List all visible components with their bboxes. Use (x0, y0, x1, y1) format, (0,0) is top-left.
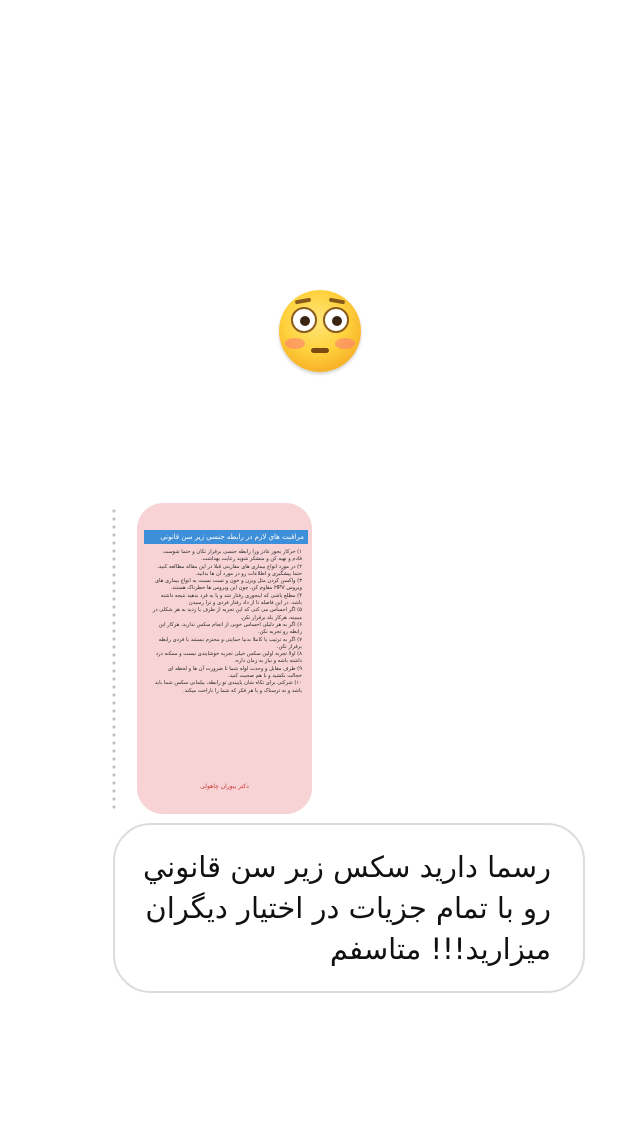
story-paragraph: ۱۰) شرکتی برای تکاه شان پاییندی تو رابطه… (154, 680, 302, 694)
blush-right (335, 338, 355, 349)
story-paragraph: ۹) طرف مقابل و وحدت لوله شما تا ضرورت آن… (167, 665, 302, 680)
story-paragraph: ۲) در مورد انواع بیماری های مقاربتی قبلا… (157, 563, 302, 577)
mouth (311, 348, 329, 353)
message-bubble[interactable]: رسما دارید سکس زیر سن قانوني رو با تمام … (113, 823, 585, 993)
message-text: رسما دارید سکس زیر سن قانوني رو با تمام … (143, 850, 551, 966)
replied-story-thumbnail[interactable]: مراقبت هاي لازم در رابطه جنسي زير سن قان… (137, 503, 312, 814)
story-title: مراقبت هاي لازم در رابطه جنسي زير سن قان… (144, 530, 308, 544)
story-paragraph: ۵) اگر احساس می کنی که این تجربه از طرف … (152, 607, 302, 621)
eye-left (291, 307, 317, 333)
story-paragraph: ۳) واکسن کردن مثل ویزن و خون و تست نسبت … (154, 578, 302, 592)
brow-right (328, 297, 346, 305)
eye-right (323, 307, 349, 333)
story-paragraph: ۱) خرکار بجوز غادز ورا رابطه جنسی برقرار… (163, 549, 302, 563)
brow-left (294, 297, 312, 305)
reply-thread-line (112, 507, 116, 809)
blush-left (285, 338, 305, 349)
story-paragraph: ۶) اگر به هر دلیلی احساس خوبی از انجام س… (158, 621, 302, 636)
story-paragraph: ۴) مطلع باشی که اینجوری رفتار شد و پا به… (160, 592, 302, 607)
story-author: دکتر بیوران چاهولی (200, 783, 249, 790)
reaction-emoji (279, 290, 361, 372)
story-body: ۱) خرکار بجوز غادز ورا رابطه جنسی برقرار… (152, 549, 302, 779)
flushed-face-icon (279, 290, 361, 372)
story-paragraph: ۷) اگر به ترتیب یا کاملا بدنیا حمایتی و … (158, 636, 302, 650)
story-paragraph: ۸) اولا تجربه اولین سکس خیلی تجربه خوشای… (155, 651, 302, 665)
